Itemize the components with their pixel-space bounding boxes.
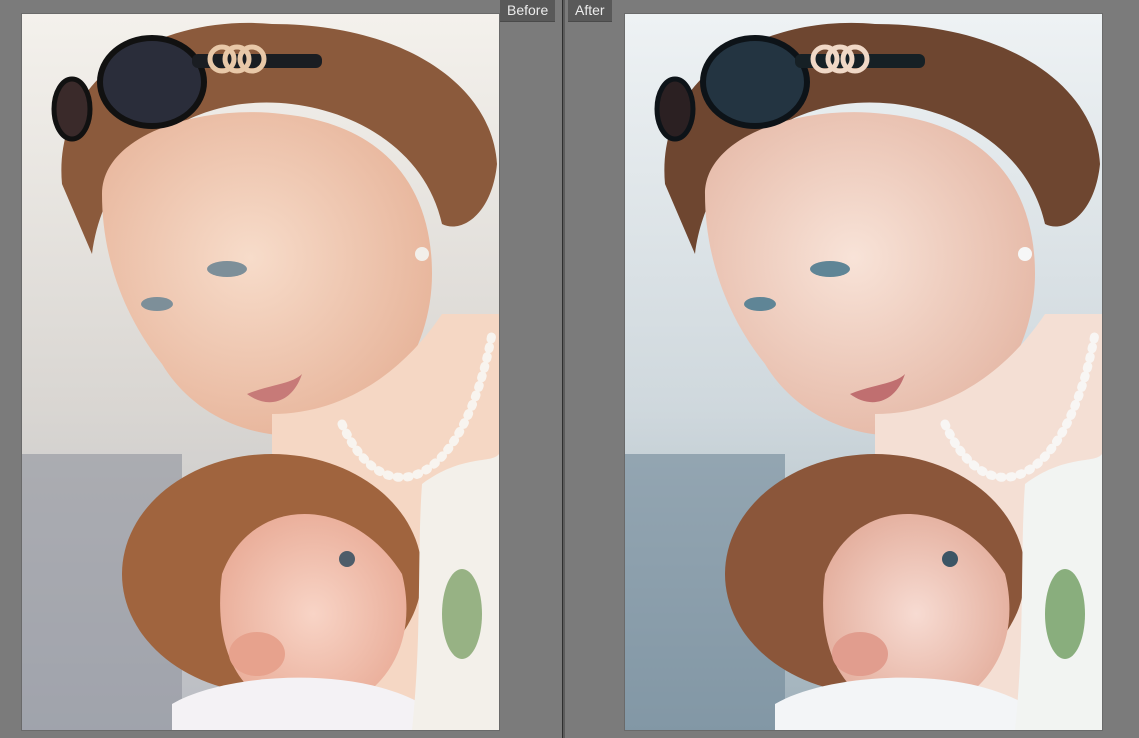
after-label: After [568, 0, 612, 22]
after-photo[interactable] [625, 14, 1102, 730]
before-photo[interactable] [22, 14, 499, 730]
before-label: Before [500, 0, 556, 22]
before-after-compare-view: Before After [0, 0, 1139, 738]
before-photo-image [22, 14, 499, 730]
after-photo-image [625, 14, 1102, 730]
pane-divider[interactable] [562, 0, 565, 738]
